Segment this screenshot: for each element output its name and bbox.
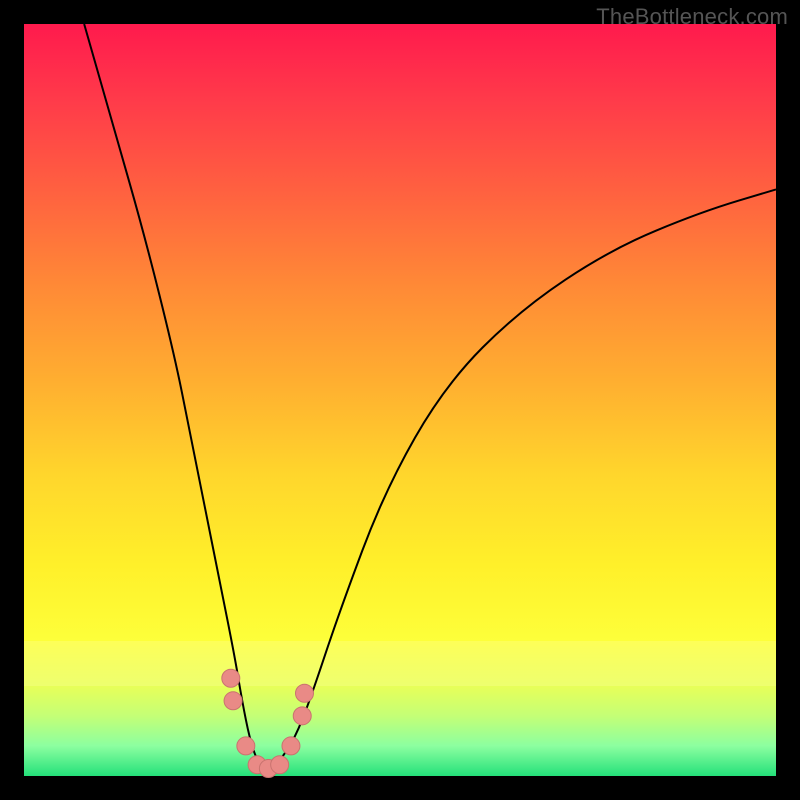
marker-dot	[271, 756, 289, 774]
marker-dot	[222, 669, 240, 687]
chart-frame: TheBottleneck.com	[0, 0, 800, 800]
marker-dot	[293, 707, 311, 725]
watermark-text: TheBottleneck.com	[596, 4, 788, 30]
markers-group	[222, 669, 314, 777]
marker-dot	[282, 737, 300, 755]
marker-dot	[237, 737, 255, 755]
curve-layer	[24, 24, 776, 776]
marker-dot	[295, 684, 313, 702]
marker-dot	[224, 692, 242, 710]
curve-path	[84, 24, 776, 768]
